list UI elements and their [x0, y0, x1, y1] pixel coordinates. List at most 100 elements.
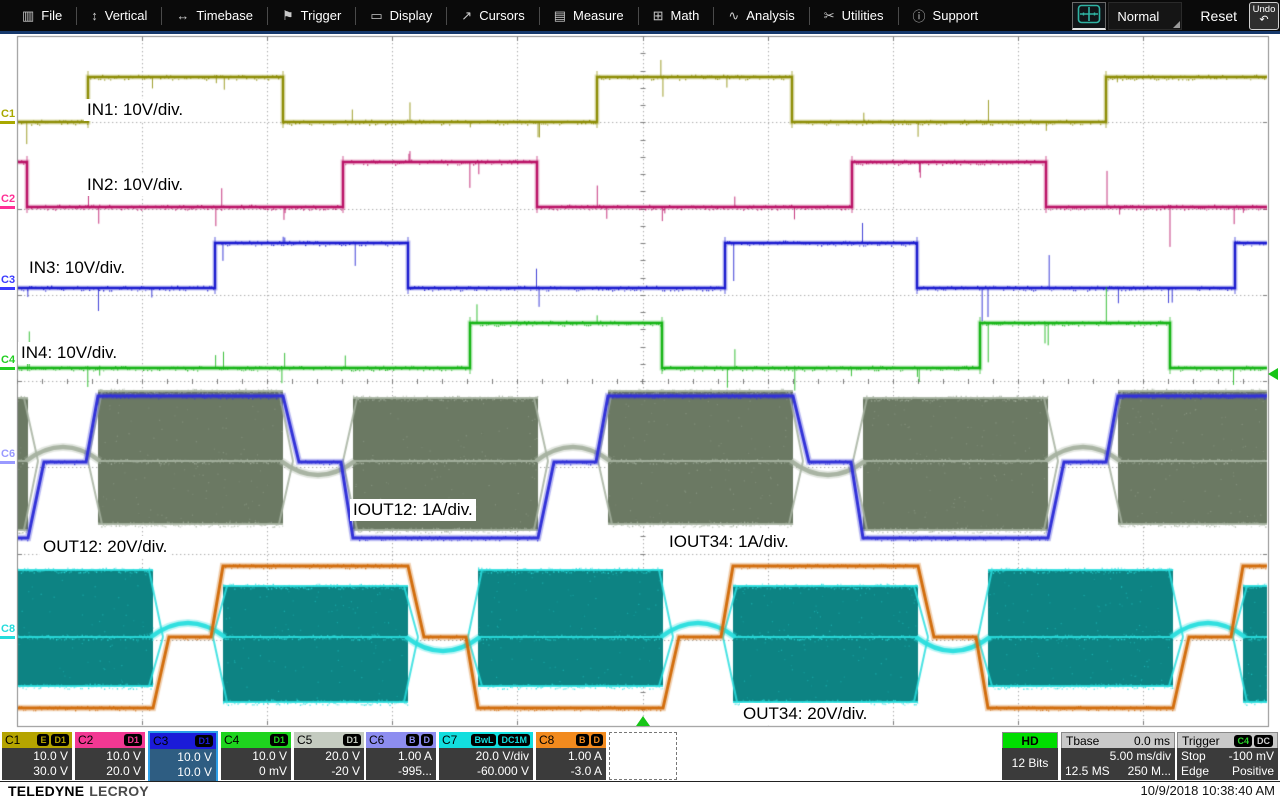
- channel-marker-label: C6: [1, 448, 15, 460]
- channel-badge: D1: [124, 734, 142, 746]
- normal-dropdown[interactable]: Normal: [1108, 2, 1182, 30]
- channel-box-c2[interactable]: C2 D1 10.0 V20.0 V: [75, 732, 145, 780]
- wave-label-in2: IN2: 10V/div.: [84, 174, 186, 196]
- channel-marker-c3[interactable]: C3: [1, 274, 17, 286]
- flag-icon: ⚑: [282, 8, 294, 24]
- menu-item-label: Trigger: [301, 8, 342, 23]
- channel-box-values: 20.0 V-20 V: [294, 748, 364, 780]
- wave-label-iout34: IOUT34: 1A/div.: [666, 531, 792, 553]
- menu-item-cursors[interactable]: ↗Cursors: [447, 0, 538, 31]
- channel-box-header: C6BD: [366, 732, 436, 748]
- channel-box-header: C4D1: [221, 732, 291, 748]
- channel-marker-c4[interactable]: C4: [1, 354, 17, 366]
- hd-bits: 12 Bits: [1002, 748, 1058, 780]
- menu-item-label: Display: [390, 8, 433, 23]
- trigger-time-marker[interactable]: [636, 716, 650, 726]
- normal-dropdown-label: Normal: [1117, 9, 1159, 24]
- channel-badge: D1: [343, 734, 361, 746]
- undo-arrow-icon: ↶: [1259, 15, 1268, 26]
- channel-box-c4[interactable]: C4D110.0 V0 mV: [221, 732, 291, 780]
- grid-display-button[interactable]: [1072, 2, 1106, 30]
- menu-item-timebase[interactable]: ↔Timebase: [162, 0, 267, 31]
- channel-box-values: 10.0 V10.0 V: [150, 749, 216, 781]
- menu-item-trigger[interactable]: ⚑ Trigger: [268, 0, 355, 31]
- channel-badges: D1: [124, 734, 142, 746]
- channel-box-c1[interactable]: C1ED110.0 V30.0 V: [2, 732, 72, 780]
- undo-button[interactable]: Undo ↶: [1249, 2, 1279, 30]
- menu-item-display[interactable]: ▭Display: [356, 0, 446, 31]
- timebase-samples: 12.5 MS: [1065, 764, 1110, 779]
- wave-label-in1: IN1: 10V/div.: [84, 99, 186, 121]
- channel-marker-c1[interactable]: C1: [1, 108, 17, 120]
- timebase-label: Tbase: [1066, 734, 1099, 748]
- channel-box-header: C7BwLDC1M: [439, 732, 533, 748]
- clipboard-icon: ▥: [22, 8, 34, 24]
- menu-item-label: Analysis: [746, 8, 794, 23]
- channel-scale-value: 20.0 V/div: [441, 749, 529, 764]
- timebase-box[interactable]: Tbase 0.0 ms 5.00 ms/div 12.5 MS 250 M..…: [1061, 732, 1175, 780]
- trigger-box[interactable]: Trigger C4DC Stop -100 mV Edge Positive: [1177, 732, 1278, 780]
- channel-badge: BwL: [471, 734, 496, 746]
- channel-badge: DC1M: [498, 734, 530, 746]
- channel-offset-value: 30.0 V: [4, 764, 68, 779]
- channel-id: C2: [78, 733, 93, 747]
- trigger-badge: C4: [1234, 735, 1252, 747]
- graticule-icon: [1077, 4, 1101, 27]
- channel-box-header: C1ED1: [2, 732, 72, 748]
- channel-marker-c8[interactable]: C8: [1, 623, 17, 635]
- hd-mode-box[interactable]: HD 12 Bits: [1002, 732, 1058, 780]
- menu-item-label: Vertical: [105, 8, 148, 23]
- hd-header: HD: [1002, 732, 1058, 748]
- reset-button[interactable]: Reset: [1200, 8, 1237, 24]
- channel-box-c3[interactable]: C3D110.0 V10.0 V: [148, 731, 218, 781]
- vertical-arrows-icon: ↕: [91, 8, 98, 23]
- channel-box-header: C8BD: [536, 732, 606, 748]
- trigger-badge: DC: [1254, 735, 1273, 747]
- empty-descriptor-slot: [609, 732, 677, 780]
- trigger-mode: Stop: [1181, 749, 1206, 764]
- channel-box-c5[interactable]: C5D120.0 V-20 V: [294, 732, 364, 780]
- channel-offset-value: 20.0 V: [77, 764, 141, 779]
- brand-lecroy: LECROY: [89, 783, 149, 799]
- menu-right-cluster: Normal Reset Undo ↶: [1072, 0, 1280, 31]
- channel-offset-value: -995...: [368, 764, 432, 779]
- channel-box-values: 10.0 V20.0 V: [75, 748, 145, 780]
- menu-item-file[interactable]: ▥ File: [8, 0, 76, 31]
- channel-box-header: C3D1: [150, 733, 216, 749]
- channel-scale-value: 10.0 V: [152, 750, 212, 765]
- channel-badge: D: [591, 734, 604, 746]
- channel-ground-bar: [0, 287, 15, 290]
- channel-marker-c2[interactable]: C2: [1, 193, 17, 205]
- channel-offset-value: -60.000 V: [441, 764, 529, 779]
- menu-item-analysis[interactable]: ∿Analysis: [714, 0, 808, 31]
- menu-item-math[interactable]: ⊞Math: [639, 0, 714, 31]
- channel-scale-value: 10.0 V: [4, 749, 68, 764]
- wave-label-out34: OUT34: 20V/div.: [740, 703, 870, 725]
- channel-badges: ED1: [37, 734, 69, 746]
- menu-item-label: Measure: [573, 8, 624, 23]
- channel-box-values: 10.0 V30.0 V: [2, 748, 72, 780]
- channel-box-c8[interactable]: C8BD1.00 A-3.0 A: [536, 732, 606, 780]
- menu-item-vertical[interactable]: ↕ Vertical: [77, 0, 161, 31]
- dropdown-corner-icon: [1173, 21, 1180, 28]
- channel-box-c6[interactable]: C6BD1.00 A-995...: [366, 732, 436, 780]
- menu-item-label: Math: [670, 8, 699, 23]
- waveform-display[interactable]: [0, 0, 1280, 800]
- menu-item-support[interactable]: ⓘSupport: [899, 0, 993, 31]
- menu-item-utilities[interactable]: ✂Utilities: [810, 0, 898, 31]
- horizontal-arrows-icon: ↔: [176, 8, 189, 23]
- channel-badge: D: [421, 734, 434, 746]
- brand-teledyne: TELEDYNE: [8, 783, 84, 799]
- channel-badge: D1: [270, 734, 288, 746]
- menu-item-label: File: [41, 8, 62, 23]
- channel-offset-value: 10.0 V: [152, 765, 212, 780]
- channel-box-values: 1.00 A-995...: [366, 748, 436, 780]
- menu-item-measure[interactable]: ▤Measure: [540, 0, 638, 31]
- tools-icon: ✂: [824, 8, 835, 24]
- channel-box-c7[interactable]: C7BwLDC1M20.0 V/div-60.000 V: [439, 732, 533, 780]
- trigger-level-marker[interactable]: [1268, 368, 1278, 380]
- channel-id: C6: [369, 733, 384, 747]
- channel-marker-c6[interactable]: C6: [1, 448, 17, 460]
- channel-box-values: 10.0 V0 mV: [221, 748, 291, 780]
- channel-box-header: C5D1: [294, 732, 364, 748]
